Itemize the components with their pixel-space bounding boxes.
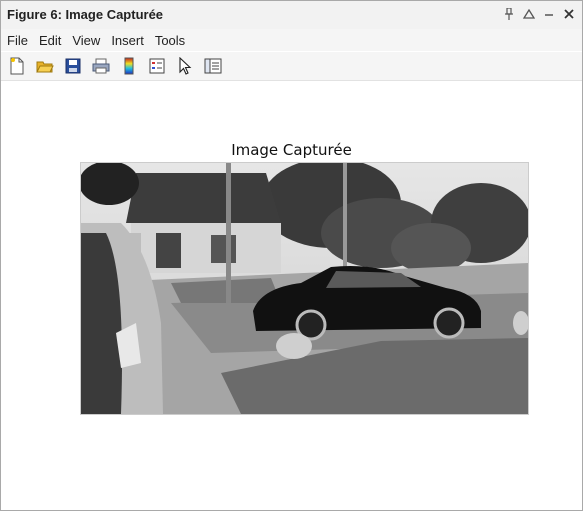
- figure-canvas: Image Capturée: [1, 81, 582, 510]
- legend-icon[interactable]: [147, 56, 167, 76]
- menu-tools[interactable]: Tools: [155, 33, 185, 48]
- window-controls: [502, 5, 576, 23]
- menu-view[interactable]: View: [72, 33, 100, 48]
- pin-icon[interactable]: [502, 5, 516, 23]
- open-folder-icon[interactable]: [35, 56, 55, 76]
- new-figure-icon[interactable]: [7, 56, 27, 76]
- title-bar: Figure 6: Image Capturée: [1, 1, 582, 30]
- minimize-icon[interactable]: [542, 5, 556, 23]
- captured-image: [80, 162, 529, 415]
- window-title: Figure 6: Image Capturée: [7, 7, 164, 22]
- toolbar: [1, 52, 582, 81]
- print-icon[interactable]: [91, 56, 111, 76]
- collapse-icon[interactable]: [522, 5, 536, 23]
- pointer-arrow-icon[interactable]: [175, 56, 195, 76]
- colorbar-icon[interactable]: [119, 56, 139, 76]
- close-icon[interactable]: [562, 5, 576, 23]
- property-inspector-icon[interactable]: [203, 56, 223, 76]
- menu-file[interactable]: File: [7, 33, 28, 48]
- axes-title: Image Capturée: [231, 141, 352, 159]
- menu-edit[interactable]: Edit: [39, 33, 61, 48]
- figure-window: Figure 6: Image Capturée File Edit View …: [0, 0, 583, 511]
- menu-bar: File Edit View Insert Tools: [1, 29, 582, 51]
- menu-insert[interactable]: Insert: [111, 33, 144, 48]
- save-icon[interactable]: [63, 56, 83, 76]
